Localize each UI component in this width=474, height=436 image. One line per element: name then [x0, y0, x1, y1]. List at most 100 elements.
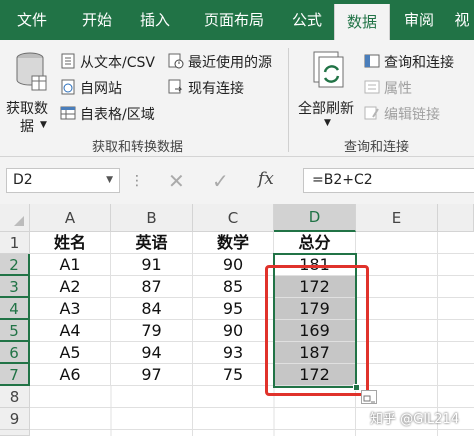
cell-a4[interactable]: A3 — [30, 298, 111, 320]
cell-c5[interactable]: 90 — [193, 320, 274, 342]
cell-b6[interactable]: 94 — [111, 342, 193, 364]
tab-review[interactable]: 审阅 — [392, 0, 446, 40]
cell-b3[interactable]: 87 — [111, 276, 193, 298]
group-label-queries-connections: 查询和连接 — [344, 140, 410, 155]
properties-label: 属性 — [384, 81, 412, 97]
cell-d1[interactable]: 总分 — [274, 232, 356, 254]
existing-connections-icon — [168, 79, 183, 94]
edit-links-icon — [364, 106, 379, 120]
formula-text: =B2+C2 — [312, 172, 373, 188]
select-all-corner[interactable] — [0, 204, 30, 232]
recent-sources-icon — [168, 53, 184, 69]
row-header-2[interactable]: 2 — [0, 254, 30, 276]
cell-b7[interactable]: 97 — [111, 364, 193, 386]
from-text-csv-label: 从文本/CSV — [80, 55, 155, 71]
column-header-c[interactable]: C — [193, 204, 274, 232]
formula-input[interactable]: =B2+C2 — [303, 168, 474, 193]
ribbon-separator — [288, 48, 289, 152]
existing-connections-label: 现有连接 — [188, 81, 244, 97]
ribbon: 获取数 据 ▼ 从文本/CSV 自网站 自表格/区域 最近使用的源 现有连接 获… — [0, 40, 474, 157]
column-header-d[interactable]: D — [274, 204, 356, 232]
table-icon — [60, 106, 76, 120]
tab-insert[interactable]: 插入 — [128, 0, 182, 40]
from-web-button[interactable]: 自网站 — [58, 78, 168, 98]
text-file-icon — [61, 53, 75, 69]
row-header-4[interactable]: 4 — [0, 298, 30, 320]
web-page-icon — [61, 79, 75, 95]
tab-view[interactable]: 视 — [450, 0, 474, 40]
refresh-icon — [313, 51, 344, 88]
select-all-triangle-icon — [14, 216, 24, 226]
cell-a5[interactable]: A4 — [30, 320, 111, 342]
cell-b2[interactable]: 91 — [111, 254, 193, 276]
insert-function-icon[interactable]: fx — [258, 169, 274, 189]
tab-formulas[interactable]: 公式 — [280, 0, 334, 40]
row-header-3[interactable]: 3 — [0, 276, 30, 298]
column-header-f[interactable] — [438, 204, 474, 232]
recent-sources-button[interactable]: 最近使用的源 — [168, 52, 280, 72]
queries-connections-icon — [364, 54, 380, 68]
row-header-5[interactable]: 5 — [0, 320, 30, 342]
queries-connections-label: 查询和连接 — [384, 55, 454, 71]
cell-c6[interactable]: 93 — [193, 342, 274, 364]
red-highlight-box — [265, 265, 369, 396]
cell-b4[interactable]: 84 — [111, 298, 193, 320]
from-table-label: 自表格/区域 — [80, 107, 155, 123]
existing-connections-button[interactable]: 现有连接 — [168, 78, 280, 98]
tab-file[interactable]: 文件 — [8, 0, 56, 40]
chevron-down-icon: ▼ — [324, 118, 331, 128]
recent-sources-label: 最近使用的源 — [188, 55, 272, 71]
get-data-label-1: 获取数 — [6, 101, 48, 117]
refresh-all-button[interactable]: 全部刷新 ▼ — [296, 46, 362, 132]
cell-c7[interactable]: 75 — [193, 364, 274, 386]
row-header-8[interactable]: 8 — [0, 386, 30, 408]
watermark: 知乎 @GIL214 — [370, 412, 460, 427]
column-header-e[interactable]: E — [356, 204, 438, 232]
chevron-down-icon: ▼ — [40, 120, 47, 130]
spreadsheet-grid: A B C D E 1 2 3 4 5 6 7 8 9 10 姓名 英语 数学 … — [0, 204, 474, 436]
edit-links-label: 编辑链接 — [384, 107, 440, 123]
cell-b1[interactable]: 英语 — [111, 232, 193, 254]
column-header-a[interactable]: A — [30, 204, 111, 232]
cell-c3[interactable]: 85 — [193, 276, 274, 298]
from-table-button[interactable]: 自表格/区域 — [58, 104, 168, 124]
chevron-down-icon: ▼ — [106, 175, 113, 185]
cancel-icon[interactable]: ✕ — [168, 169, 185, 193]
enter-icon[interactable]: ✓ — [212, 169, 229, 193]
row-header-7[interactable]: 7 — [0, 364, 30, 386]
tab-page-layout[interactable]: 页面布局 — [190, 0, 278, 40]
tab-data[interactable]: 数据 — [334, 4, 390, 40]
queries-connections-button[interactable]: 查询和连接 — [364, 52, 474, 72]
row-header-9[interactable]: 9 — [0, 408, 30, 430]
refresh-all-label: 全部刷新 — [298, 101, 354, 117]
database-icon — [16, 52, 47, 91]
cell-a7[interactable]: A6 — [30, 364, 111, 386]
formula-bar: D2 ▼ ⋮ ✕ ✓ fx =B2+C2 — [0, 157, 474, 204]
edit-links-button[interactable]: 编辑链接 — [364, 104, 474, 124]
row-header-6[interactable]: 6 — [0, 342, 30, 364]
name-box[interactable]: D2 ▼ — [6, 168, 120, 193]
cell-c2[interactable]: 90 — [193, 254, 274, 276]
from-text-csv-button[interactable]: 从文本/CSV — [58, 52, 168, 72]
properties-icon — [364, 80, 380, 94]
cell-a1[interactable]: 姓名 — [30, 232, 111, 254]
ribbon-tab-bar: 文件 开始 插入 页面布局 公式 数据 审阅 视 — [0, 0, 474, 40]
tab-home[interactable]: 开始 — [68, 0, 126, 40]
group-label-get-transform: 获取和转换数据 — [92, 140, 184, 155]
column-header-b[interactable]: B — [111, 204, 193, 232]
row-header-1[interactable]: 1 — [0, 232, 30, 254]
row-header-10[interactable]: 10 — [0, 430, 30, 436]
quick-analysis-icon[interactable] — [361, 390, 377, 404]
properties-button[interactable]: 属性 — [364, 78, 474, 98]
cell-a3[interactable]: A2 — [30, 276, 111, 298]
get-data-label-2: 据 — [20, 119, 34, 135]
cell-c4[interactable]: 95 — [193, 298, 274, 320]
get-data-button[interactable]: 获取数 据 ▼ — [4, 46, 56, 135]
from-web-label: 自网站 — [80, 81, 122, 97]
cell-a6[interactable]: A5 — [30, 342, 111, 364]
cell-c1[interactable]: 数学 — [193, 232, 274, 254]
cell-b5[interactable]: 79 — [111, 320, 193, 342]
cell-a2[interactable]: A1 — [30, 254, 111, 276]
formula-bar-splitter[interactable]: ⋮ — [130, 171, 144, 191]
name-box-value: D2 — [13, 172, 33, 188]
